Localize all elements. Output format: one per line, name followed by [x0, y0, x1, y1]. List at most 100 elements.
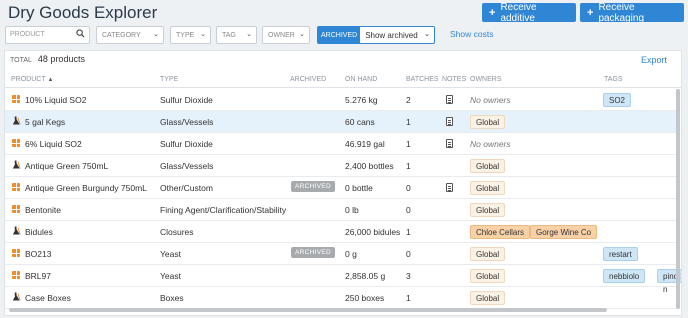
col-tags[interactable]: TAGS [604, 76, 623, 83]
col-on-hand[interactable]: ON HAND [345, 76, 377, 83]
table-row[interactable]: 6% Liquid SO2 Sulfur Dioxide 46.919 gal 1 No… [5, 133, 677, 155]
plus-icon: + [489, 6, 496, 19]
table-row[interactable]: 10% Liquid SO2 Sulfur Dioxide 5.276 kg 2 No … [5, 89, 677, 111]
export-link[interactable]: Export [641, 55, 667, 65]
receive-additive-button[interactable]: + Receive additive [482, 2, 576, 24]
notes-icon[interactable] [446, 95, 453, 104]
product-name[interactable]: Antique Green 750mL [25, 161, 108, 171]
category-select-label: CATEGORY [102, 31, 141, 39]
vertical-scrollbar[interactable] [676, 89, 680, 309]
category-select[interactable]: CATEGORY ⌄ [96, 26, 164, 44]
table-row[interactable]: BRL97 Yeast 2,858.05 g 3 Global nebbiolo pinot… [5, 265, 681, 294]
product-type: Yeast [160, 249, 181, 259]
product-type: Fining Agent/Clarification/Stability [160, 205, 287, 215]
product-name[interactable]: 5 gal Kegs [25, 117, 65, 127]
product-name[interactable]: Bidules [25, 227, 53, 237]
owner-badge: Global [470, 181, 506, 195]
search-icon [76, 29, 85, 38]
col-notes[interactable]: NOTES [442, 76, 466, 83]
batches-count: 0 [406, 183, 411, 193]
tag-badge[interactable]: restart [603, 247, 638, 261]
owner-select-label: OWNER [268, 31, 295, 39]
table-row[interactable]: Bidules Closures 26,000 bidules 1 Chloe Cell… [5, 221, 677, 243]
grid-icon [12, 205, 20, 213]
tag-badge[interactable]: nebbiolo [603, 269, 646, 283]
product-name[interactable]: Bentonite [25, 205, 61, 215]
product-type: Closures [160, 227, 194, 237]
notes-icon[interactable] [446, 117, 453, 126]
table-row[interactable]: 5 gal Kegs Glass/Vessels 60 cans 1 Global [5, 111, 677, 133]
products-table-panel: TOTAL 48 products Export PRODUCT ▲ TYPE A… [4, 50, 682, 316]
receive-packaging-label: Receive packaging [598, 1, 645, 24]
total-value: 48 products [37, 54, 85, 64]
batches-count: 0 [406, 205, 411, 215]
chevron-down-icon: ⌄ [153, 31, 159, 38]
notes-icon[interactable] [446, 139, 453, 148]
batches-count: 1 [406, 139, 411, 149]
chevron-down-icon: ⌄ [424, 31, 430, 38]
owner-select[interactable]: OWNER ⌄ [262, 26, 310, 44]
search-placeholder: PRODUCT [10, 31, 45, 38]
batches-count: 3 [406, 271, 411, 281]
no-owners-text: No owners [470, 139, 511, 149]
sort-asc-icon: ▲ [47, 77, 54, 83]
product-type: Sulfur Dioxide [160, 139, 213, 149]
product-type: Boxes [160, 293, 184, 303]
col-owners[interactable]: OWNERS [470, 76, 502, 83]
archived-badge: ARCHIVED [291, 181, 335, 192]
product-name[interactable]: Antique Green Burgundy 750mL [25, 183, 147, 193]
col-archived[interactable]: ARCHIVED [290, 76, 326, 83]
product-name[interactable]: Case Boxes [25, 293, 71, 303]
owner-badge: Global [470, 159, 506, 173]
batches-count: 1 [406, 293, 411, 303]
on-hand-value: 46.919 gal [345, 139, 385, 149]
table-row[interactable]: Bentonite Fining Agent/Clarification/Stab… [5, 199, 677, 221]
horizontal-scrollbar[interactable] [9, 308, 607, 312]
product-type: Glass/Vessels [160, 161, 214, 171]
owner-badge: Global [470, 203, 506, 217]
product-type: Other/Custom [160, 183, 213, 193]
on-hand-value: 5.276 kg [345, 95, 378, 105]
table-row[interactable]: BO213 Yeast ARCHIVED 0 g 0 Global restart [5, 243, 677, 265]
tag-badge[interactable]: SO2 [603, 93, 632, 107]
show-costs-link[interactable]: Show costs [450, 29, 493, 39]
product-name[interactable]: BO213 [25, 249, 51, 259]
archived-select-label: ARCHIVED [318, 27, 361, 43]
archived-value-text: Show archived [365, 30, 418, 40]
batches-count: 1 [406, 117, 411, 127]
type-select[interactable]: TYPE ⌄ [170, 26, 211, 44]
receive-packaging-button[interactable]: + Receive packaging [580, 1, 684, 24]
on-hand-value: 26,000 bidules [345, 227, 401, 237]
product-name[interactable]: BRL97 [25, 271, 51, 281]
chevron-down-icon: ⌄ [246, 31, 252, 38]
product-name[interactable]: 6% Liquid SO2 [25, 139, 82, 149]
flask-icon [12, 292, 21, 301]
total-label: TOTAL [10, 57, 32, 64]
owner-badge: Global [470, 291, 506, 305]
owner-badge: Global [470, 247, 506, 261]
archived-select[interactable]: ARCHIVED Show archived ⌄ [317, 26, 435, 44]
grid-icon [12, 95, 20, 103]
product-name[interactable]: 10% Liquid SO2 [25, 95, 86, 105]
table-row[interactable]: Antique Green 750mL Glass/Vessels 2,400 bo… [5, 155, 677, 177]
owner-badge: Global [470, 115, 506, 129]
table-row[interactable]: Antique Green Burgundy 750mL Other/Custom… [5, 177, 677, 199]
page-title: Dry Goods Explorer [8, 3, 158, 22]
product-type: Sulfur Dioxide [160, 95, 213, 105]
col-type[interactable]: TYPE [160, 76, 178, 83]
product-search-input[interactable]: PRODUCT [5, 26, 90, 44]
tag-select[interactable]: TAG ⌄ [216, 26, 257, 44]
owner-badge: Chloe Cellars [470, 225, 531, 239]
col-product[interactable]: PRODUCT ▲ [11, 76, 53, 83]
on-hand-value: 0 lb [345, 205, 359, 215]
batches-count: 1 [406, 227, 411, 237]
col-batches[interactable]: BATCHES [406, 76, 439, 83]
chevron-down-icon: ⌄ [200, 31, 206, 38]
batches-count: 2 [406, 95, 411, 105]
on-hand-value: 250 boxes [345, 293, 385, 303]
table-header: PRODUCT ▲ TYPE ARCHIVED ON HAND BATCHES … [5, 72, 681, 88]
table-row[interactable]: Case Boxes Boxes 250 boxes 1 Global [5, 287, 677, 309]
owner-badge: Gorge Wine Co [530, 225, 598, 239]
notes-icon[interactable] [446, 183, 453, 192]
product-type: Glass/Vessels [160, 117, 214, 127]
